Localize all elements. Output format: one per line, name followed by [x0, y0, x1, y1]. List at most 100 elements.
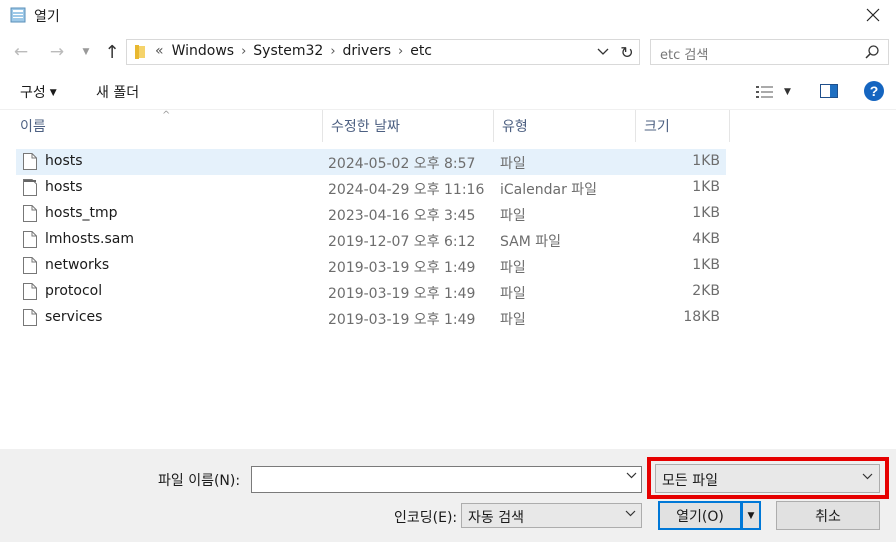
chevron-right-icon[interactable]: › — [241, 44, 246, 59]
address-bar[interactable]: « Windows › System32 › drivers › etc ↻ — [126, 39, 640, 65]
file-icon — [23, 283, 37, 300]
dialog-footer: 파일 이름(N): 모든 파일 인코딩(E): 자동 검색 열기(O) ▼ 취소 — [0, 449, 896, 542]
back-button[interactable]: ← — [9, 40, 33, 64]
file-row[interactable]: protocol 2019-03-19 오후 1:49 파일 2KB — [16, 279, 726, 305]
chevron-down-icon — [625, 509, 636, 520]
file-type: SAM 파일 — [500, 234, 562, 250]
column-type[interactable]: 유형 — [493, 110, 635, 142]
file-date: 2019-03-19 오후 1:49 — [328, 286, 476, 302]
column-name[interactable]: 이름 — [12, 110, 322, 142]
breadcrumb-etc[interactable]: etc — [410, 43, 432, 59]
file-size: 1KB — [692, 257, 720, 273]
file-row[interactable]: networks 2019-03-19 오후 1:49 파일 1KB — [16, 253, 726, 279]
up-button[interactable]: ↑ — [100, 40, 124, 64]
calendar-file-icon — [23, 179, 37, 196]
red-highlight-box — [647, 457, 889, 499]
file-name: hosts_tmp — [45, 205, 118, 221]
chevron-down-icon[interactable] — [626, 471, 637, 482]
file-row[interactable]: services 2019-03-19 오후 1:49 파일 18KB — [16, 305, 726, 331]
arrow-right-icon: → — [49, 42, 65, 62]
window-title: 열기 — [34, 9, 60, 25]
column-size[interactable]: 크기 — [635, 110, 730, 142]
folder-icon — [135, 45, 145, 59]
open-options-dropdown[interactable]: ▼ — [742, 501, 761, 530]
filename-input[interactable] — [251, 466, 642, 493]
search-icon[interactable] — [864, 44, 880, 60]
chevron-down-icon — [597, 48, 609, 55]
open-button-label: 열기(O) — [676, 508, 724, 525]
column-size-label: 크기 — [644, 119, 670, 135]
chevron-right-icon[interactable]: › — [398, 44, 403, 59]
caret-down-icon: ▼ — [747, 510, 755, 521]
file-icon — [23, 153, 37, 170]
encoding-value: 자동 검색 — [468, 510, 524, 526]
file-type: 파일 — [500, 286, 526, 302]
column-header: ^ 이름 수정한 날짜 유형 크기 — [0, 110, 896, 142]
file-date: 2024-05-02 오후 8:57 — [328, 156, 476, 172]
help-icon[interactable]: ? — [864, 81, 884, 101]
column-name-label: 이름 — [20, 119, 46, 135]
breadcrumb-drivers[interactable]: drivers — [343, 43, 391, 59]
close-icon — [866, 8, 880, 22]
title-bar: 열기 — [0, 0, 896, 32]
organize-label: 구성 — [20, 85, 46, 101]
file-type: 파일 — [500, 312, 526, 328]
file-name: hosts — [45, 153, 83, 169]
new-folder-button[interactable]: 새 폴더 — [96, 82, 139, 102]
caret-down-icon: ▼ — [49, 88, 57, 98]
organize-button[interactable]: 구성 ▼ — [20, 82, 57, 102]
file-type: 파일 — [500, 208, 526, 224]
cancel-button-label: 취소 — [815, 508, 841, 525]
chevron-down-icon: ▼ — [82, 47, 90, 57]
open-button[interactable]: 열기(O) — [658, 501, 742, 530]
encoding-select[interactable]: 자동 검색 — [461, 503, 642, 528]
file-name: hosts — [45, 179, 83, 195]
file-date: 2019-03-19 오후 1:49 — [328, 312, 476, 328]
file-size: 1KB — [692, 153, 720, 169]
file-row[interactable]: hosts 2024-04-29 오후 11:16 iCalendar 파일 1KB — [16, 175, 726, 201]
file-size: 1KB — [692, 205, 720, 221]
breadcrumb: « Windows › System32 › drivers › etc — [155, 43, 432, 59]
file-icon — [23, 257, 37, 274]
close-button[interactable] — [850, 0, 896, 30]
file-icon — [23, 309, 37, 326]
arrow-left-icon: ← — [13, 42, 29, 62]
address-history-button[interactable] — [595, 44, 611, 60]
breadcrumb-windows[interactable]: Windows — [172, 43, 235, 59]
column-date-modified[interactable]: 수정한 날짜 — [322, 110, 493, 142]
file-row[interactable]: lmhosts.sam 2019-12-07 오후 6:12 SAM 파일 4KB — [16, 227, 726, 253]
file-row[interactable]: hosts 2024-05-02 오후 8:57 파일 1KB — [16, 149, 726, 175]
breadcrumb-system32[interactable]: System32 — [253, 43, 323, 59]
caret-down-icon: ▼ — [784, 87, 791, 97]
search-input[interactable]: etc 검색 — [650, 39, 889, 65]
view-options-button[interactable]: ▼ — [756, 82, 798, 102]
refresh-button[interactable]: ↻ — [617, 42, 637, 62]
cancel-button[interactable]: 취소 — [776, 501, 880, 530]
file-date: 2019-03-19 오후 1:49 — [328, 260, 476, 276]
file-name: protocol — [45, 283, 103, 299]
file-size: 1KB — [692, 179, 720, 195]
encoding-label: 인코딩(E): — [394, 510, 458, 526]
file-size: 4KB — [692, 231, 720, 247]
file-name: lmhosts.sam — [45, 231, 135, 247]
file-date: 2024-04-29 오후 11:16 — [328, 182, 485, 198]
column-type-label: 유형 — [502, 119, 528, 135]
file-icon — [23, 231, 37, 248]
forward-button[interactable]: → — [45, 40, 69, 64]
refresh-icon: ↻ — [620, 42, 634, 62]
chevron-right-icon[interactable]: › — [330, 44, 335, 59]
arrow-up-icon: ↑ — [104, 41, 120, 63]
file-row[interactable]: hosts_tmp 2023-04-16 오후 3:45 파일 1KB — [16, 201, 726, 227]
breadcrumb-overflow[interactable]: « — [155, 43, 164, 59]
file-name: networks — [45, 257, 110, 273]
new-folder-label: 새 폴더 — [96, 85, 140, 101]
search-placeholder: etc 검색 — [660, 48, 709, 63]
navigation-bar: ← → ▼ ↑ « Windows › System32 › drivers ›… — [0, 32, 896, 72]
file-size: 2KB — [692, 283, 720, 299]
recent-locations-button[interactable]: ▼ — [78, 40, 94, 64]
file-date: 2023-04-16 오후 3:45 — [328, 208, 476, 224]
preview-pane-icon[interactable] — [820, 83, 838, 99]
notepad-icon — [10, 7, 26, 23]
file-type: 파일 — [500, 156, 526, 172]
filename-label: 파일 이름(N): — [158, 473, 241, 489]
